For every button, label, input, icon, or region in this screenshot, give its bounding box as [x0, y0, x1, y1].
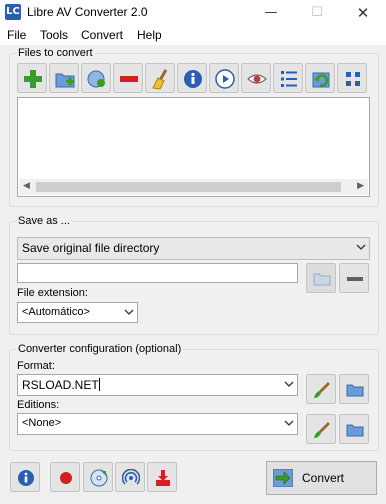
- chevron-down-icon: [124, 309, 134, 315]
- add-url-button[interactable]: [81, 63, 111, 93]
- window-title: Libre AV Converter 2.0: [27, 5, 148, 19]
- scrollbar-thumb[interactable]: [36, 182, 341, 192]
- preview-icon: [247, 74, 267, 84]
- download-icon: [156, 470, 170, 486]
- info-icon: [184, 70, 202, 88]
- chevron-down-icon: [284, 381, 294, 387]
- info-button[interactable]: [177, 63, 207, 93]
- brush-icon: [314, 422, 330, 438]
- chevron-down-icon: [356, 244, 366, 250]
- chevron-down-icon: [284, 420, 294, 426]
- close-button[interactable]: ✕: [340, 0, 386, 26]
- open-edition-folder-button[interactable]: [339, 414, 369, 444]
- add-file-button[interactable]: [17, 63, 47, 93]
- config-group-label: Converter configuration (optional): [16, 342, 184, 356]
- preview-button[interactable]: [241, 63, 271, 93]
- scroll-right-icon[interactable]: ▶: [357, 181, 364, 191]
- editions-value: <None>: [22, 417, 62, 429]
- add-folder-icon: [55, 73, 75, 88]
- stream-button[interactable]: [115, 462, 145, 492]
- save-location-value: Save original file directory: [22, 241, 160, 255]
- horizontal-scrollbar[interactable]: ◀ ▶: [19, 179, 368, 195]
- disc-icon: [90, 469, 108, 487]
- broadcast-icon: [122, 469, 140, 485]
- refresh-icon: [312, 72, 330, 88]
- file-extension-label: File extension:: [17, 287, 88, 299]
- brush-icon: [314, 382, 330, 398]
- save-location-select[interactable]: Save original file directory: [17, 237, 370, 260]
- burn-disc-button[interactable]: [83, 462, 113, 492]
- about-button[interactable]: [10, 462, 40, 492]
- stop-button[interactable]: [50, 462, 80, 492]
- remove-button[interactable]: [113, 63, 143, 93]
- menu-help[interactable]: Help: [137, 28, 162, 42]
- add-url-icon: [87, 70, 105, 88]
- clear-list-icon: [152, 69, 168, 90]
- remove-icon: [120, 76, 138, 82]
- file-extension-value: <Automático>: [22, 306, 90, 318]
- text-caret: [98, 378, 100, 391]
- format-value: RSLOAD.NET: [22, 378, 100, 392]
- scroll-left-icon[interactable]: ◀: [23, 181, 30, 191]
- list-view-icon: [281, 71, 297, 87]
- save-group-label: Save as ...: [16, 214, 72, 228]
- folder-icon: [313, 273, 331, 286]
- folder-icon: [346, 424, 364, 437]
- editions-label: Editions:: [17, 399, 60, 411]
- menu-tools[interactable]: Tools: [40, 28, 68, 42]
- menu-convert[interactable]: Convert: [81, 28, 123, 42]
- format-select[interactable]: RSLOAD.NET: [17, 374, 298, 396]
- convert-icon: [273, 469, 293, 487]
- list-view-button[interactable]: [273, 63, 303, 93]
- grid-view-button[interactable]: [337, 63, 367, 93]
- refresh-button[interactable]: [305, 63, 335, 93]
- editions-select[interactable]: <None>: [17, 413, 298, 435]
- info-icon: [18, 470, 34, 486]
- title-bar: LC Libre AV Converter 2.0 — ☐ ✕: [0, 0, 386, 26]
- edit-edition-button[interactable]: [306, 414, 336, 444]
- maximize-button[interactable]: ☐: [294, 0, 340, 26]
- clear-list-button[interactable]: [145, 63, 175, 93]
- convert-button[interactable]: Convert: [266, 461, 377, 495]
- add-folder-button[interactable]: [49, 63, 79, 93]
- add-file-icon: [24, 70, 42, 88]
- minus-icon: [347, 277, 363, 281]
- output-path-input[interactable]: [17, 263, 298, 283]
- minimize-button[interactable]: —: [248, 0, 294, 26]
- grid-view-icon: [346, 72, 360, 86]
- folder-icon: [346, 384, 364, 397]
- files-group-label: Files to convert: [16, 46, 95, 60]
- play-button[interactable]: [209, 63, 239, 93]
- convert-button-label: Convert: [302, 471, 345, 485]
- edit-format-button[interactable]: [306, 374, 336, 404]
- clear-path-button[interactable]: [339, 263, 369, 293]
- browse-folder-button[interactable]: [306, 263, 336, 293]
- open-format-folder-button[interactable]: [339, 374, 369, 404]
- play-icon: [215, 69, 235, 89]
- menu-file[interactable]: File: [7, 28, 26, 42]
- format-label: Format:: [17, 360, 55, 372]
- record-stop-icon: [60, 472, 72, 484]
- app-logo-icon: LC: [5, 4, 21, 20]
- file-list[interactable]: ◀ ▶: [17, 97, 370, 197]
- download-button[interactable]: [147, 462, 177, 492]
- file-extension-select[interactable]: <Automático>: [17, 302, 138, 323]
- menu-bar: File Tools Convert Help: [0, 26, 386, 45]
